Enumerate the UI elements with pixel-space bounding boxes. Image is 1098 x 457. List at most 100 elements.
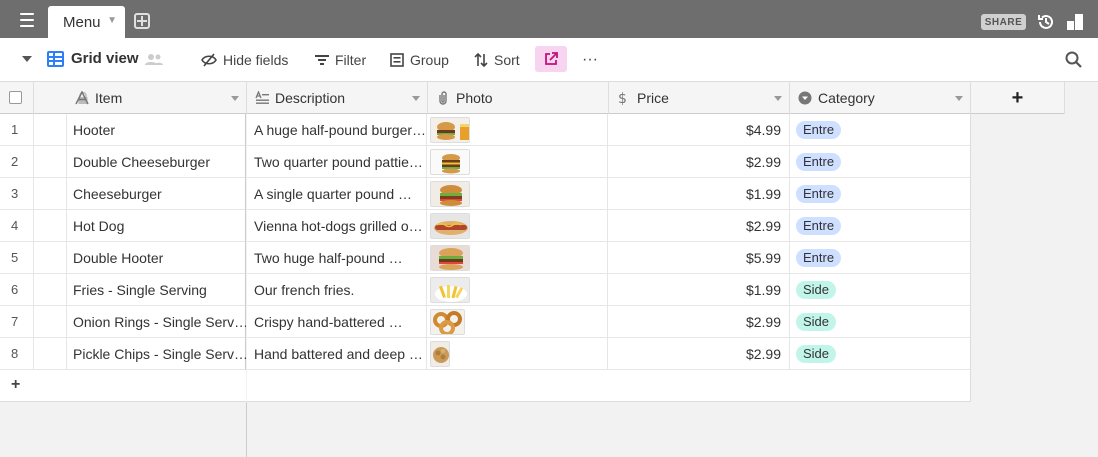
item-cell[interactable]: Pickle Chips - Single Serv… — [67, 338, 246, 369]
hide-fields-button[interactable]: Hide fields — [201, 48, 288, 72]
item-cell[interactable]: Fries - Single Serving — [67, 274, 246, 305]
table-row[interactable]: Hand battered and deep … $2.99 Side — [247, 338, 970, 370]
row-expand-cell[interactable] — [34, 274, 67, 305]
more-options-button[interactable]: ··· — [580, 48, 600, 72]
description-cell[interactable]: Our french fries. — [247, 274, 427, 305]
description-cell[interactable]: Crispy hand-battered … — [247, 306, 427, 337]
table-row[interactable]: 6 Fries - Single Serving — [0, 274, 245, 306]
table-row[interactable]: 8 Pickle Chips - Single Serv… — [0, 338, 246, 370]
row-expand-cell[interactable] — [34, 114, 67, 145]
column-header-photo[interactable]: Photo — [428, 82, 609, 114]
category-cell[interactable]: Side — [790, 306, 971, 337]
photo-thumbnail[interactable] — [430, 212, 470, 239]
category-cell[interactable]: Side — [790, 338, 971, 369]
chevron-down-icon[interactable]: ▼ — [107, 15, 117, 26]
chevron-down-icon[interactable] — [955, 96, 963, 101]
photo-thumbnail[interactable] — [430, 148, 470, 175]
row-expand-cell[interactable] — [34, 306, 67, 337]
apps-icon[interactable] — [1066, 13, 1084, 31]
item-cell[interactable]: Double Cheeseburger — [67, 146, 246, 177]
select-all-checkbox[interactable] — [9, 91, 22, 104]
photo-thumbnail[interactable] — [430, 116, 470, 143]
photo-thumbnail[interactable] — [430, 276, 470, 303]
photo-cell[interactable] — [427, 114, 608, 145]
chevron-down-icon[interactable] — [231, 96, 239, 101]
table-row[interactable]: Two huge half-pound … $5.99 Entre — [247, 242, 970, 274]
share-view-button[interactable] — [535, 46, 567, 72]
table-tab-menu[interactable]: Menu ▼ — [48, 6, 125, 38]
table-row[interactable]: Crispy hand-battered … $2.99 Side — [247, 306, 970, 338]
table-row[interactable]: Two quarter pound pattie… $2.99 Entre — [247, 146, 970, 178]
photo-thumbnail[interactable] — [430, 244, 470, 271]
add-record-button[interactable]: + — [11, 376, 20, 394]
category-cell[interactable]: Entre — [790, 146, 971, 177]
share-button[interactable]: SHARE — [981, 14, 1026, 30]
item-cell[interactable]: Double Hooter — [67, 242, 246, 273]
group-button[interactable]: Group — [390, 48, 449, 72]
sort-button[interactable]: Sort — [474, 48, 520, 72]
table-row[interactable]: Our french fries. $1.99 Side — [247, 274, 970, 306]
search-icon[interactable] — [1064, 50, 1084, 70]
add-field-button[interactable]: + — [971, 82, 1065, 114]
table-row[interactable]: 2 Double Cheeseburger — [0, 146, 245, 178]
photo-thumbnail[interactable] — [430, 180, 470, 207]
price-cell[interactable]: $2.99 — [608, 210, 790, 241]
table-row[interactable]: 5 Double Hooter — [0, 242, 245, 274]
price-cell[interactable]: $1.99 — [608, 178, 790, 209]
column-header-description[interactable]: Description — [247, 82, 428, 114]
table-row[interactable]: 3 Cheeseburger — [0, 178, 245, 210]
item-cell[interactable]: Cheeseburger — [67, 178, 246, 209]
add-record-row-extension[interactable] — [247, 370, 971, 402]
category-cell[interactable]: Entre — [790, 178, 971, 209]
price-cell[interactable]: $5.99 — [608, 242, 790, 273]
item-cell[interactable]: Hot Dog — [67, 210, 246, 241]
photo-thumbnail[interactable] — [430, 308, 465, 335]
item-cell[interactable]: Hooter — [67, 114, 246, 145]
row-expand-cell[interactable] — [34, 146, 67, 177]
price-cell[interactable]: $2.99 — [608, 338, 790, 369]
description-cell[interactable]: A single quarter pound … — [247, 178, 427, 209]
photo-cell[interactable] — [427, 178, 608, 209]
price-cell[interactable]: $1.99 — [608, 274, 790, 305]
photo-cell[interactable] — [427, 210, 608, 241]
photo-cell[interactable] — [427, 274, 608, 305]
photo-cell[interactable] — [427, 306, 608, 337]
photo-thumbnail[interactable] — [430, 340, 450, 367]
table-row[interactable]: A huge half-pound burger… $4.99 Entre — [247, 114, 970, 146]
view-name[interactable]: Grid view — [71, 50, 139, 67]
description-cell[interactable]: Two huge half-pound … — [247, 242, 427, 273]
price-cell[interactable]: $4.99 — [608, 114, 790, 145]
category-cell[interactable]: Entre — [790, 114, 971, 145]
column-header-item[interactable]: Item — [67, 82, 247, 114]
table-row[interactable]: 7 Onion Rings - Single Serv… — [0, 306, 246, 338]
row-expand-cell[interactable] — [34, 338, 67, 369]
view-switcher-caret-icon[interactable] — [22, 56, 32, 62]
row-expand-cell[interactable] — [34, 242, 67, 273]
description-cell[interactable]: Hand battered and deep … — [247, 338, 427, 369]
item-cell[interactable]: Onion Rings - Single Serv… — [67, 306, 246, 337]
row-expand-cell[interactable] — [34, 178, 67, 209]
table-row[interactable]: 4 Hot Dog — [0, 210, 245, 242]
photo-cell[interactable] — [427, 338, 608, 369]
table-row[interactable]: 1 Hooter — [0, 114, 245, 146]
add-table-icon[interactable] — [134, 13, 150, 29]
photo-cell[interactable] — [427, 146, 608, 177]
table-row[interactable]: Vienna hot-dogs grilled o… $2.99 Entre — [247, 210, 970, 242]
photo-cell[interactable] — [427, 242, 608, 273]
chevron-down-icon[interactable] — [412, 96, 420, 101]
category-cell[interactable]: Entre — [790, 242, 971, 273]
category-cell[interactable]: Entre — [790, 210, 971, 241]
column-header-category[interactable]: Category — [790, 82, 971, 114]
history-icon[interactable] — [1037, 13, 1055, 31]
filter-button[interactable]: Filter — [315, 48, 366, 72]
add-record-row[interactable]: + — [0, 370, 246, 402]
description-cell[interactable]: Vienna hot-dogs grilled o… — [247, 210, 427, 241]
menu-hamburger-icon[interactable] — [14, 11, 40, 29]
description-cell[interactable]: A huge half-pound burger… — [247, 114, 427, 145]
column-header-price[interactable]: $ Price — [609, 82, 790, 114]
chevron-down-icon[interactable] — [774, 96, 782, 101]
price-cell[interactable]: $2.99 — [608, 146, 790, 177]
price-cell[interactable]: $2.99 — [608, 306, 790, 337]
row-expand-cell[interactable] — [34, 210, 67, 241]
category-cell[interactable]: Side — [790, 274, 971, 305]
